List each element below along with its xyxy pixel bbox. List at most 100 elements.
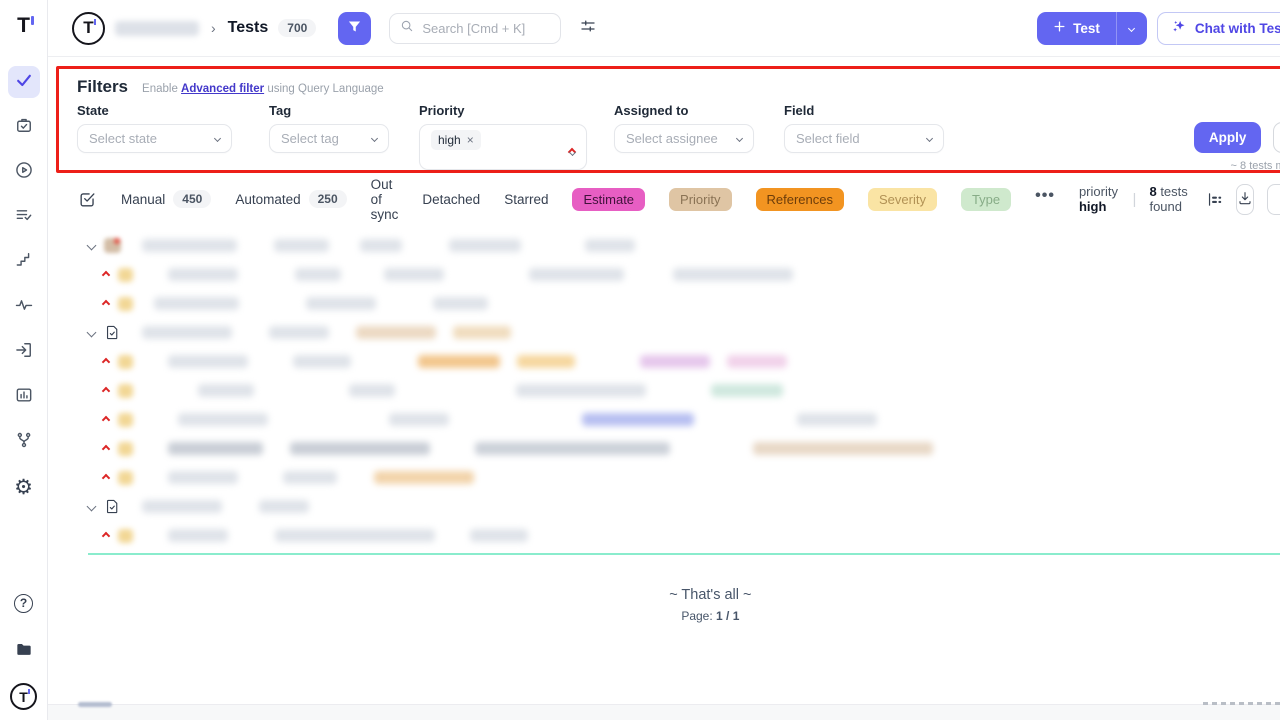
sidebar-item-import[interactable]: [8, 336, 40, 368]
brand-logo: T: [17, 14, 30, 44]
priority-high-icon: [102, 473, 110, 481]
tree-view-toggle[interactable]: [1206, 191, 1223, 208]
select-all-checkbox[interactable]: [78, 190, 97, 209]
sidebar-item-settings[interactable]: ⚙: [8, 471, 40, 503]
priority-label: Priority: [419, 103, 587, 118]
tab-manual[interactable]: Manual450: [121, 190, 211, 208]
divider: |: [1133, 191, 1137, 208]
new-test-button[interactable]: Test: [1037, 12, 1117, 45]
sidebar-item-runs[interactable]: [8, 156, 40, 188]
test-row[interactable]: [88, 289, 1280, 318]
sidebar-item-analytics[interactable]: [8, 381, 40, 413]
plus-icon: [1053, 20, 1066, 36]
breadcrumb-chevron: ›: [209, 20, 218, 36]
filter-field-field: Field Select field: [784, 103, 944, 172]
sidebar-item-docs[interactable]: [8, 635, 40, 667]
suite-row[interactable]: [88, 492, 1280, 521]
priority-high-icon: [102, 415, 110, 423]
priority-select[interactable]: high ×: [419, 124, 587, 170]
sidebar-item-tests[interactable]: [8, 66, 40, 98]
chat-with-tests-button[interactable]: Chat with Tests: [1157, 12, 1280, 45]
star-icon-blurred: [118, 413, 133, 427]
project-logo[interactable]: T: [72, 12, 105, 45]
field-select[interactable]: Select field: [784, 124, 944, 153]
priority-chip-high[interactable]: high ×: [431, 130, 481, 150]
sidebar-item-help[interactable]: ?: [8, 587, 40, 619]
pill-type[interactable]: Type: [961, 188, 1011, 211]
topbar-actions: Test Chat with Tests •••: [1037, 12, 1280, 45]
tests-found-text: 8 tests found: [1149, 184, 1192, 214]
suite-tag-icon: [104, 238, 121, 253]
active-filter-summary: priority high: [1079, 184, 1120, 214]
reset-button[interactable]: Reset: [1267, 184, 1280, 215]
priority-high-icon: [102, 444, 110, 452]
list-end-separator: [88, 553, 1280, 555]
pill-priority[interactable]: Priority: [669, 188, 731, 211]
filters-panel: Filters Enable Advanced filter using Que…: [56, 66, 1280, 173]
toolbar-more-button[interactable]: •••: [1035, 187, 1055, 211]
filters-title: Filters: [77, 77, 128, 97]
sidebar-item-pulse[interactable]: [8, 291, 40, 323]
test-row[interactable]: [88, 376, 1280, 405]
search-input[interactable]: Search [Cmd + K]: [389, 13, 561, 44]
brand-avatar[interactable]: T: [10, 683, 37, 710]
project-name-blurred[interactable]: [115, 21, 199, 36]
chevron-down-icon: [214, 135, 221, 142]
priority-high-icon: [102, 386, 110, 394]
test-row[interactable]: [88, 405, 1280, 434]
test-row[interactable]: [88, 347, 1280, 376]
folder-icon: [14, 639, 34, 664]
new-test-split-button: Test: [1037, 12, 1147, 45]
branch-icon: [14, 430, 34, 455]
page-title[interactable]: Tests: [228, 19, 269, 37]
sidebar-item-branches[interactable]: [8, 426, 40, 458]
tag-select[interactable]: Select tag: [269, 124, 389, 153]
app-root: T: [0, 0, 1280, 720]
apply-button[interactable]: Apply: [1194, 122, 1262, 153]
column-settings-button[interactable]: [579, 17, 597, 40]
cancel-button[interactable]: Cancel: [1273, 122, 1280, 153]
pill-references[interactable]: References: [756, 188, 844, 211]
manual-count-badge: 450: [173, 190, 211, 208]
main-area: T › Tests 700 Search [Cmd + K] Test: [48, 0, 1280, 720]
priority-high-icon: [102, 357, 110, 365]
tab-detached[interactable]: Detached: [422, 192, 480, 207]
check-icon: [14, 70, 34, 95]
help-icon: ?: [14, 594, 33, 613]
automated-count-badge: 250: [309, 190, 347, 208]
test-row[interactable]: [88, 463, 1280, 492]
star-icon-blurred: [118, 471, 133, 485]
download-icon: [1237, 190, 1253, 209]
fine-print-blurred: [1203, 702, 1280, 705]
star-icon-blurred: [118, 355, 133, 369]
priority-high-icon: [102, 299, 110, 307]
remove-chip-icon[interactable]: ×: [467, 133, 474, 147]
assignee-select[interactable]: Select assignee: [614, 124, 754, 153]
widget-peek[interactable]: [78, 702, 112, 707]
chevron-down-icon: [926, 135, 933, 142]
test-row[interactable]: [88, 434, 1280, 463]
sidebar-item-plans[interactable]: [8, 201, 40, 233]
suite-row[interactable]: [88, 318, 1280, 347]
download-button[interactable]: [1236, 184, 1255, 215]
advanced-filter-link[interactable]: Advanced filter: [181, 83, 264, 95]
suite-row[interactable]: [88, 231, 1280, 260]
sidebar-item-suites[interactable]: [8, 111, 40, 143]
pill-estimate[interactable]: Estimate: [572, 188, 645, 211]
gear-icon: ⚙: [14, 477, 33, 498]
new-test-dropdown-button[interactable]: [1117, 12, 1147, 45]
pill-severity[interactable]: Severity: [868, 188, 937, 211]
list-toolbar: Manual450 Automated250 Out of sync Detac…: [48, 173, 1280, 225]
sidebar-bottom: ? T: [8, 587, 40, 710]
test-row[interactable]: [88, 521, 1280, 550]
filters-hint: Enable Advanced filter using Query Langu…: [142, 83, 384, 95]
tab-starred[interactable]: Starred: [504, 192, 548, 207]
sliders-icon: [579, 17, 597, 40]
chevron-down-icon: [87, 241, 97, 251]
filter-toggle-button[interactable]: [338, 12, 371, 45]
tab-automated[interactable]: Automated250: [235, 190, 346, 208]
sidebar-item-steps[interactable]: [8, 246, 40, 278]
state-select[interactable]: Select state: [77, 124, 232, 153]
tab-out-of-sync[interactable]: Out of sync: [371, 177, 399, 222]
test-row[interactable]: [88, 260, 1280, 289]
